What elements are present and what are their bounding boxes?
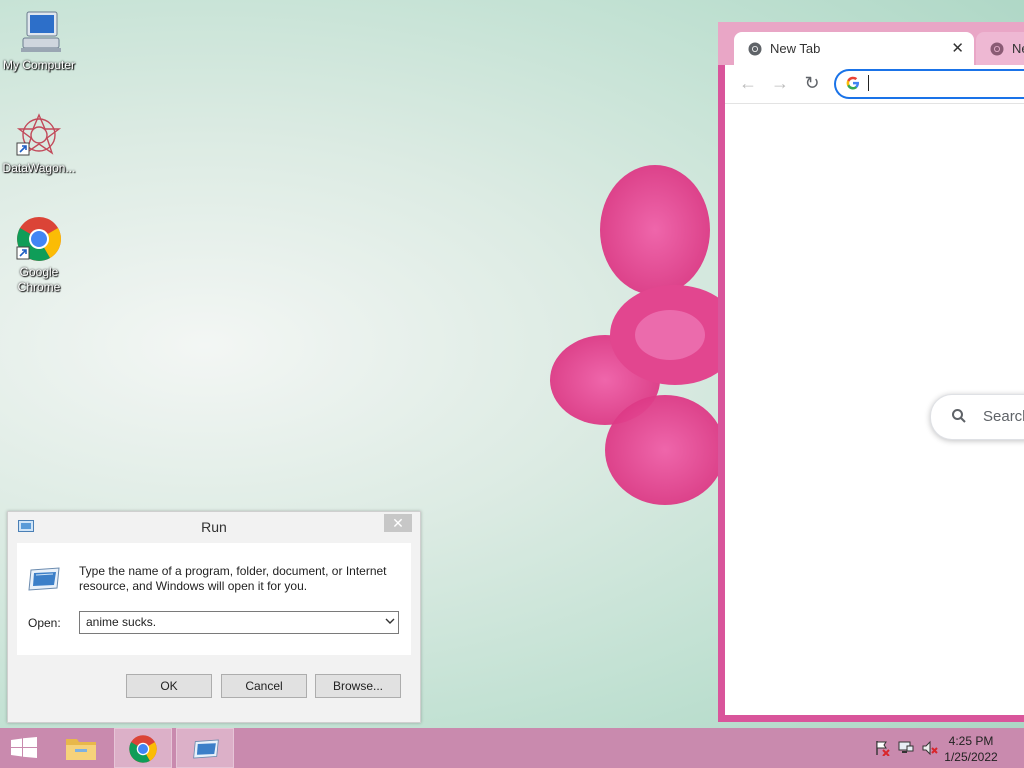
text-cursor <box>868 75 869 91</box>
start-button[interactable] <box>0 728 48 768</box>
file-explorer-icon <box>66 739 96 760</box>
desktop-icon-datawagon[interactable]: DataWagon... <box>0 111 78 176</box>
close-button[interactable]: ✕ <box>384 514 412 532</box>
network-icon[interactable] <box>898 740 914 756</box>
taskbar-file-explorer[interactable] <box>53 728 111 768</box>
system-clock[interactable]: 4:25 PM 1/25/2022 <box>936 733 1006 765</box>
run-program-icon <box>28 567 60 591</box>
action-center-flag-icon[interactable] <box>874 740 890 756</box>
wallpaper-flower <box>550 165 740 505</box>
taskbar: 4:25 PM 1/25/2022 <box>0 728 1024 768</box>
dialog-title: Run <box>201 519 227 535</box>
chrome-favicon-icon <box>990 42 1004 56</box>
close-tab-icon[interactable]: ✕ <box>951 39 964 57</box>
open-input-value[interactable]: anime sucks. <box>86 615 156 629</box>
desktop-icon-my-computer[interactable]: My Computer <box>0 8 78 73</box>
browse-button[interactable]: Browse... <box>315 674 401 698</box>
datawagon-icon <box>15 111 63 159</box>
desktop-icon-label: My Computer <box>2 58 76 72</box>
desktop-icon-label: DataWagon... <box>2 161 76 175</box>
address-bar[interactable] <box>834 69 1024 99</box>
search-placeholder: Search <box>983 408 1024 425</box>
reload-icon[interactable]: ↻ <box>801 73 823 94</box>
search-icon <box>952 409 966 423</box>
clock-time: 4:25 PM <box>948 734 994 748</box>
chrome-icon <box>129 735 157 763</box>
google-g-icon <box>846 76 859 90</box>
ok-button[interactable]: OK <box>126 674 212 698</box>
tab-new-tab[interactable]: New Tab ✕ <box>734 32 974 65</box>
tab-strip: New Tab ✕ Ne <box>718 22 1024 65</box>
run-icon <box>193 739 219 759</box>
chrome-window[interactable]: New Tab ✕ Ne ← → ↻ <box>718 22 1024 722</box>
desktop-icon-google-chrome[interactable]: Google Chrome <box>0 215 78 295</box>
run-body: Type the name of a program, folder, docu… <box>17 543 411 655</box>
tab-second[interactable]: Ne <box>976 32 1024 65</box>
chevron-down-icon[interactable] <box>385 616 395 626</box>
chrome-icon <box>15 215 63 263</box>
desktop-icon-label: Google Chrome <box>17 265 61 294</box>
tab-title: Ne <box>1012 41 1024 56</box>
forward-icon[interactable]: → <box>769 73 791 94</box>
computer-icon <box>15 8 63 56</box>
start-icon <box>11 737 37 758</box>
clock-date: 1/25/2022 <box>944 750 998 764</box>
browser-toolbar: ← → ↻ <box>725 65 1024 104</box>
run-dialog[interactable]: Run ✕ Type the name of a program, folder… <box>7 511 421 723</box>
taskbar-chrome[interactable] <box>114 728 172 768</box>
run-titlebar[interactable]: Run ✕ <box>8 512 420 542</box>
new-tab-page: Search <box>725 104 1024 715</box>
chrome-favicon-icon <box>748 42 762 56</box>
tab-title: New Tab <box>770 41 821 56</box>
open-label: Open: <box>28 616 61 630</box>
search-box[interactable]: Search <box>930 394 1024 440</box>
cancel-button[interactable]: Cancel <box>221 674 307 698</box>
open-combobox[interactable]: anime sucks. <box>79 611 399 634</box>
taskbar-run[interactable] <box>176 728 234 768</box>
back-icon[interactable]: ← <box>737 73 759 94</box>
run-description: Type the name of a program, folder, docu… <box>79 564 387 593</box>
